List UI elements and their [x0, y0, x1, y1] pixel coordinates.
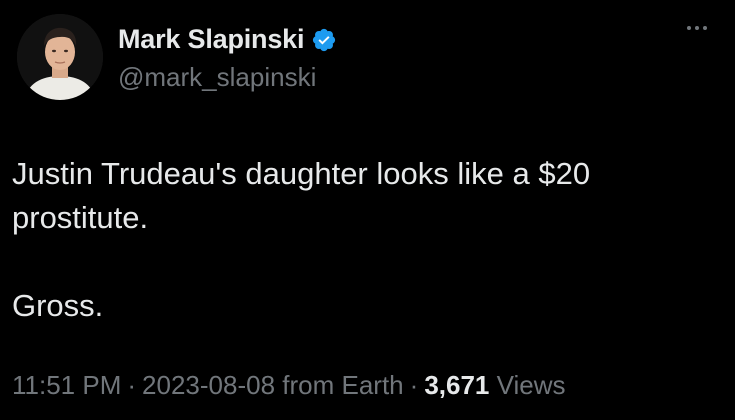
author-display-name[interactable]: Mark Slapinski	[118, 24, 304, 55]
author-name-row: Mark Slapinski	[118, 24, 337, 55]
author-handle[interactable]: @mark_slapinski	[118, 62, 316, 93]
tweet-meta: 11:51 PM · 2023-08-08 from Earth · 3,671 Vie…	[12, 370, 566, 401]
meta-separator: ·	[127, 370, 137, 400]
tweet-text-line: Gross.	[12, 288, 104, 323]
tweet: Mark Slapinski @mark_slapinski Justin Tr…	[0, 0, 735, 420]
more-dot	[687, 26, 691, 30]
tweet-time[interactable]: 11:51 PM	[12, 370, 121, 400]
more-dot	[703, 26, 707, 30]
more-dot	[695, 26, 699, 30]
tweet-text-line: prostitute.	[12, 200, 149, 235]
verified-badge-icon[interactable]	[311, 27, 337, 53]
more-icon[interactable]	[687, 26, 707, 30]
avatar-image	[17, 14, 103, 100]
views-label: Views	[496, 370, 566, 400]
meta-separator: ·	[409, 370, 419, 400]
tweet-date[interactable]: 2023-08-08	[142, 370, 275, 400]
tweet-source: from Earth	[282, 370, 404, 400]
tweet-text: Justin Trudeau's daughter looks like a $…	[12, 152, 712, 328]
avatar[interactable]	[17, 14, 103, 100]
tweet-text-line: Justin Trudeau's daughter looks like a $…	[12, 156, 591, 191]
views-count[interactable]: 3,671	[424, 370, 489, 400]
